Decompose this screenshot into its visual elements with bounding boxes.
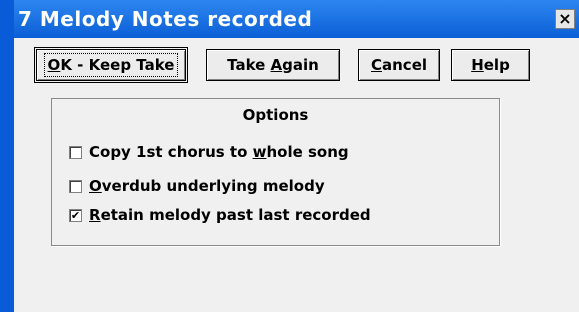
retain-melody-label: Retain melody past last recorded — [89, 206, 371, 224]
window-title: 7 Melody Notes recorded — [18, 7, 313, 31]
take-again-button[interactable]: Take Again — [206, 49, 340, 81]
dialog-window: 7 Melody Notes recorded × OK - Keep Take… — [14, 0, 579, 312]
check-icon: ✔ — [70, 208, 81, 222]
cancel-label: Cancel — [370, 56, 428, 74]
retain-melody-checkbox[interactable]: ✔ — [69, 208, 82, 222]
options-group: Options Copy 1st chorus to whole song Ov… — [51, 98, 500, 246]
ok-button-label: OK - Keep Take — [43, 53, 179, 77]
copy-chorus-label: Copy 1st chorus to whole song — [89, 143, 349, 161]
title-bar[interactable]: 7 Melody Notes recorded × — [14, 0, 579, 38]
take-again-label: Take Again — [227, 56, 319, 74]
overdub-label: Overdub underlying melody — [89, 177, 325, 195]
options-title: Options — [242, 106, 309, 124]
close-button[interactable]: × — [555, 9, 575, 29]
overdub-checkbox[interactable] — [69, 179, 82, 193]
copy-chorus-checkbox[interactable] — [69, 145, 82, 159]
help-label: Help — [471, 56, 510, 74]
overdub-option[interactable]: Overdub underlying melody — [69, 177, 325, 195]
help-button[interactable]: Help — [451, 49, 530, 81]
cancel-button[interactable]: Cancel — [358, 49, 440, 81]
ok-keep-take-button[interactable]: OK - Keep Take — [34, 47, 188, 83]
retain-melody-option[interactable]: ✔ Retain melody past last recorded — [69, 206, 371, 224]
window-edge — [0, 0, 14, 312]
close-icon: × — [558, 9, 572, 28]
copy-chorus-option[interactable]: Copy 1st chorus to whole song — [69, 143, 349, 161]
